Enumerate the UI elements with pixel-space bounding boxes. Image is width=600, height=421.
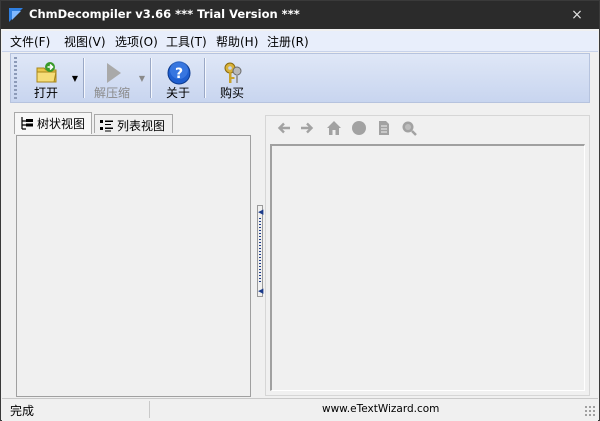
extract-dropdown-button[interactable]: ▼ — [137, 74, 147, 84]
buy-label: 购买 — [219, 86, 244, 100]
keys-icon — [224, 62, 242, 83]
open-folder-icon — [36, 62, 57, 83]
page-icon[interactable] — [376, 120, 392, 136]
toolbar-separator — [83, 58, 84, 98]
tree-icon — [21, 117, 33, 130]
menu-view[interactable]: 视图(V) — [64, 33, 106, 50]
dropdown-arrow-icon: ▼ — [138, 74, 146, 83]
close-icon: × — [571, 7, 583, 23]
left-panel: 树状视图 列表视图 — [9, 111, 255, 397]
app-window: ChmDecompiler v3.66 *** Trial Version **… — [0, 0, 600, 421]
list-icon — [100, 120, 113, 132]
toolbar-separator — [204, 58, 205, 98]
window-title: ChmDecompiler v3.66 *** Trial Version **… — [29, 7, 300, 21]
buy-button[interactable]: 购买 — [209, 57, 255, 101]
viewer-nav-bar — [272, 120, 472, 136]
about-label: 关于 — [165, 86, 190, 100]
title-bar: ChmDecompiler v3.66 *** Trial Version **… — [1, 1, 599, 29]
content-viewer-pane[interactable] — [270, 144, 585, 391]
toolbar-separator — [150, 58, 151, 98]
collapse-left-icon: ◀ — [258, 208, 264, 216]
toolbar: 打开 ▼ 解压缩 ▼ ? 关于 购买 — [10, 53, 590, 103]
splitter-grip — [259, 218, 261, 284]
about-button[interactable]: ? 关于 — [155, 57, 201, 101]
close-button[interactable]: × — [565, 4, 589, 26]
tab-tree-view[interactable]: 树状视图 — [14, 112, 92, 134]
panel-splitter[interactable]: ◀ ◀ — [257, 205, 263, 297]
open-button[interactable]: 打开 — [23, 57, 69, 101]
back-arrow-icon[interactable] — [276, 120, 292, 136]
resize-grip-icon[interactable] — [584, 405, 595, 416]
menu-register[interactable]: 注册(R) — [267, 33, 309, 50]
svg-text:?: ? — [175, 66, 183, 82]
status-divider — [149, 401, 150, 418]
menu-file[interactable]: 文件(F) — [10, 33, 50, 50]
tab-list-view-label: 列表视图 — [117, 119, 166, 133]
toolbar-grip[interactable] — [14, 57, 17, 99]
view-tabs: 树状视图 列表视图 — [14, 111, 254, 134]
tab-tree-view-label: 树状视图 — [37, 117, 86, 131]
right-panel — [265, 115, 590, 396]
stop-icon[interactable] — [351, 120, 367, 136]
status-bar: 完成 www.eTextWizard.com — [2, 398, 598, 421]
help-question-icon: ? — [167, 61, 191, 85]
search-icon[interactable] — [401, 120, 417, 136]
play-icon — [107, 63, 121, 83]
menu-help[interactable]: 帮助(H) — [216, 33, 258, 50]
tab-list-view[interactable]: 列表视图 — [94, 114, 173, 133]
menu-tools[interactable]: 工具(T) — [166, 33, 207, 50]
open-label: 打开 — [33, 86, 58, 100]
open-dropdown-button[interactable]: ▼ — [70, 74, 80, 84]
collapse-left-icon: ◀ — [258, 287, 264, 295]
menu-options[interactable]: 选项(O) — [115, 33, 158, 50]
website-link[interactable]: www.eTextWizard.com — [322, 403, 439, 415]
home-icon[interactable] — [326, 120, 342, 136]
menu-bar: 文件(F) 视图(V) 选项(O) 工具(T) 帮助(H) 注册(R) — [2, 31, 598, 52]
extract-button[interactable]: 解压缩 — [89, 57, 135, 101]
app-logo-icon — [9, 8, 23, 22]
extract-label: 解压缩 — [93, 86, 130, 100]
forward-arrow-icon[interactable] — [299, 120, 315, 136]
status-text: 完成 — [10, 404, 35, 418]
dropdown-arrow-icon: ▼ — [71, 74, 79, 83]
tree-view-pane[interactable] — [16, 135, 251, 397]
